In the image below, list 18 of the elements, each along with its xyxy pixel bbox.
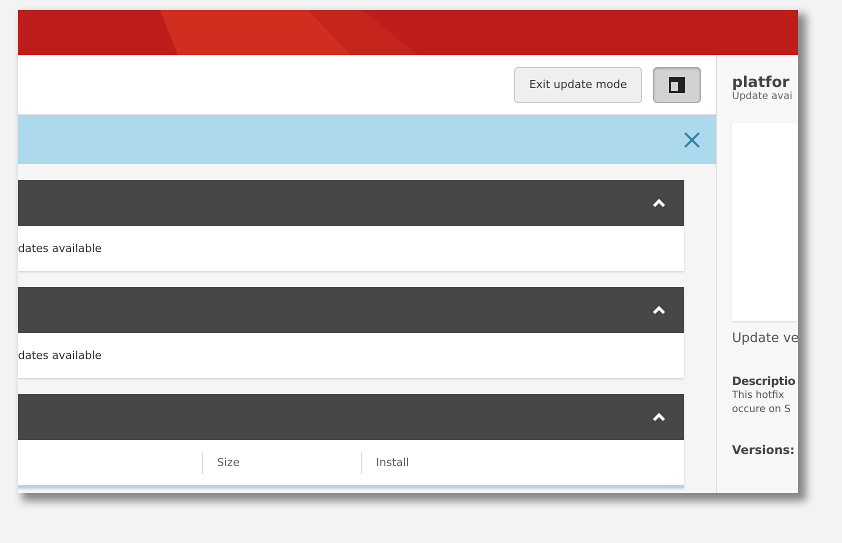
chevron-up-icon[interactable]	[652, 305, 666, 315]
column-header: Size	[217, 456, 240, 469]
status-text: dates available	[18, 349, 102, 362]
exit-update-mode-button[interactable]: Exit update mode	[514, 66, 642, 102]
layout-toggle-button[interactable]	[653, 66, 701, 102]
layout-icon	[669, 76, 685, 92]
status-text: dates available	[18, 242, 102, 255]
chevron-up-icon[interactable]	[652, 198, 666, 208]
description-text: This hotfix	[732, 389, 786, 403]
description-text: occure on S	[732, 403, 792, 417]
panel-title: platfor	[732, 73, 790, 91]
column-header: Install	[376, 456, 410, 469]
versions-heading: Versions:	[732, 443, 795, 457]
description-heading: Descriptio	[732, 374, 796, 388]
update-version-label: Update ve	[732, 331, 798, 346]
panel-subtitle: Update avai	[732, 91, 794, 102]
close-icon[interactable]	[683, 130, 701, 148]
chevron-up-icon[interactable]	[652, 412, 666, 422]
